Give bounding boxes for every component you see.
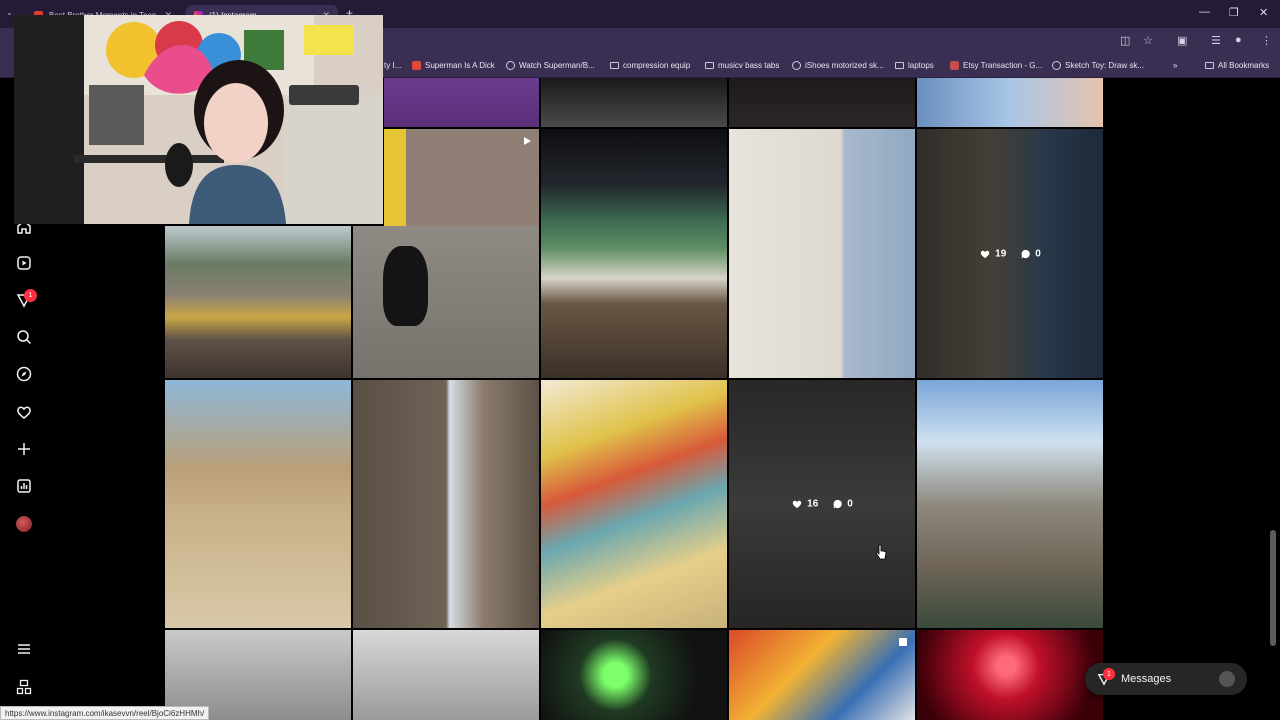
bookmark-item[interactable]: iShoes motorized sk...	[792, 61, 884, 70]
bookmark-label: laptops	[908, 61, 934, 70]
dashboard-icon[interactable]	[16, 478, 32, 494]
tab-search-icon[interactable]: ⌄	[6, 8, 13, 17]
post-tile[interactable]	[729, 630, 915, 720]
carousel-icon	[899, 638, 907, 646]
profile-icon[interactable]: ●	[1235, 34, 1242, 46]
messages-label: Messages	[1121, 673, 1172, 685]
minimize-button[interactable]: —	[1199, 6, 1210, 18]
post-tile[interactable]	[353, 630, 539, 720]
heart-icon[interactable]	[16, 404, 32, 420]
bookmark-label: Sketch Toy: Draw sk...	[1065, 61, 1144, 70]
post-tile[interactable]	[541, 78, 727, 127]
bookmark-label: musicv bass tabs	[718, 61, 780, 70]
post-tile[interactable]	[384, 129, 539, 226]
post-tile[interactable]: 16 0	[729, 380, 915, 628]
post-tile[interactable]	[384, 78, 539, 127]
post-stats: 16 0	[729, 499, 915, 510]
bookmark-item[interactable]: Superman Is A Dick	[412, 61, 495, 70]
all-bookmarks-button[interactable]: All Bookmarks	[1205, 61, 1269, 70]
bookmark-label: compression equip	[623, 61, 691, 70]
avatar	[1219, 671, 1235, 687]
globe-icon	[792, 61, 801, 70]
messages-badge: 1	[1103, 668, 1115, 680]
post-tile[interactable]	[917, 630, 1103, 720]
post-tile[interactable]: 19 0	[917, 129, 1103, 378]
post-stats: 19 0	[917, 248, 1103, 259]
bookmark-favicon-icon	[412, 61, 421, 70]
post-tile[interactable]	[165, 380, 351, 628]
maximize-button[interactable]: ❐	[1229, 6, 1239, 19]
kebab-menu-icon[interactable]: ⋮	[1261, 34, 1272, 47]
all-bookmarks-label: All Bookmarks	[1218, 61, 1270, 70]
post-tile[interactable]	[165, 226, 351, 378]
globe-icon	[1052, 61, 1061, 70]
profile-avatar[interactable]	[16, 516, 32, 532]
post-tile[interactable]	[917, 380, 1103, 628]
post-tile[interactable]	[541, 380, 727, 628]
bookmark-label: Watch Superman/B...	[519, 61, 595, 70]
bookmark-label: Etsy Transaction - G...	[963, 61, 1043, 70]
bookmark-item[interactable]: compression equip	[610, 61, 690, 70]
bookmark-label: Superman Is A Dick	[425, 61, 495, 70]
post-tile[interactable]	[541, 630, 727, 720]
more-bookmarks-chevron-icon[interactable]: »	[1173, 61, 1177, 70]
bookmark-item[interactable]: ty I...	[384, 61, 401, 70]
webcam-overlay	[14, 15, 383, 224]
bookmark-label: iShoes motorized sk...	[805, 61, 884, 70]
folder-icon	[1205, 62, 1214, 69]
bookmark-item[interactable]: laptops	[895, 61, 934, 70]
post-tile[interactable]	[729, 129, 915, 378]
menu-icon[interactable]	[16, 641, 32, 657]
post-tile[interactable]	[541, 129, 727, 378]
comment-count: 0	[1035, 248, 1041, 259]
like-count: 19	[995, 248, 1007, 259]
dog-silhouette	[383, 246, 428, 326]
globe-icon	[506, 61, 515, 70]
folder-icon	[705, 62, 714, 69]
link-status-url: https://www.instagram.com/ikasevvn/reel/…	[0, 706, 210, 720]
close-window-button[interactable]: ✕	[1259, 6, 1268, 19]
mouse-cursor-icon	[875, 544, 887, 560]
bookmark-star-icon[interactable]: ☆	[1143, 34, 1153, 47]
bookmark-item[interactable]: Sketch Toy: Draw sk...	[1052, 61, 1144, 70]
heart-icon	[792, 500, 802, 509]
post-tile[interactable]	[353, 226, 539, 378]
install-app-icon[interactable]: ◫	[1120, 34, 1130, 47]
comment-icon	[1021, 249, 1031, 258]
explore-icon[interactable]	[16, 366, 32, 382]
heart-icon	[980, 250, 990, 258]
bookmark-item[interactable]: Etsy Transaction - G...	[950, 61, 1042, 70]
post-tile[interactable]	[729, 78, 915, 127]
create-icon[interactable]	[16, 441, 32, 457]
page-scrollbar[interactable]	[1270, 530, 1276, 646]
bookmark-item[interactable]: musicv bass tabs	[705, 61, 779, 70]
reel-icon	[524, 137, 531, 145]
post-tile[interactable]	[917, 78, 1103, 127]
comment-count: 0	[847, 498, 853, 510]
post-tile[interactable]	[353, 380, 539, 628]
meta-icon[interactable]	[16, 679, 32, 695]
search-icon[interactable]	[16, 329, 32, 345]
bookmark-label: ty I...	[384, 61, 402, 70]
reels-icon[interactable]	[16, 255, 32, 271]
etsy-favicon-icon	[950, 61, 959, 70]
comment-icon	[833, 499, 843, 509]
like-count: 16	[807, 498, 819, 510]
extensions-icon[interactable]: ▣	[1177, 34, 1187, 47]
webcam-scene	[14, 15, 383, 224]
bookmark-item[interactable]: Watch Superman/B...	[506, 61, 595, 70]
folder-icon	[895, 62, 904, 69]
folder-icon	[610, 62, 619, 69]
media-control-icon[interactable]: ☰	[1211, 34, 1221, 47]
notification-count-badge: 1	[24, 289, 37, 302]
